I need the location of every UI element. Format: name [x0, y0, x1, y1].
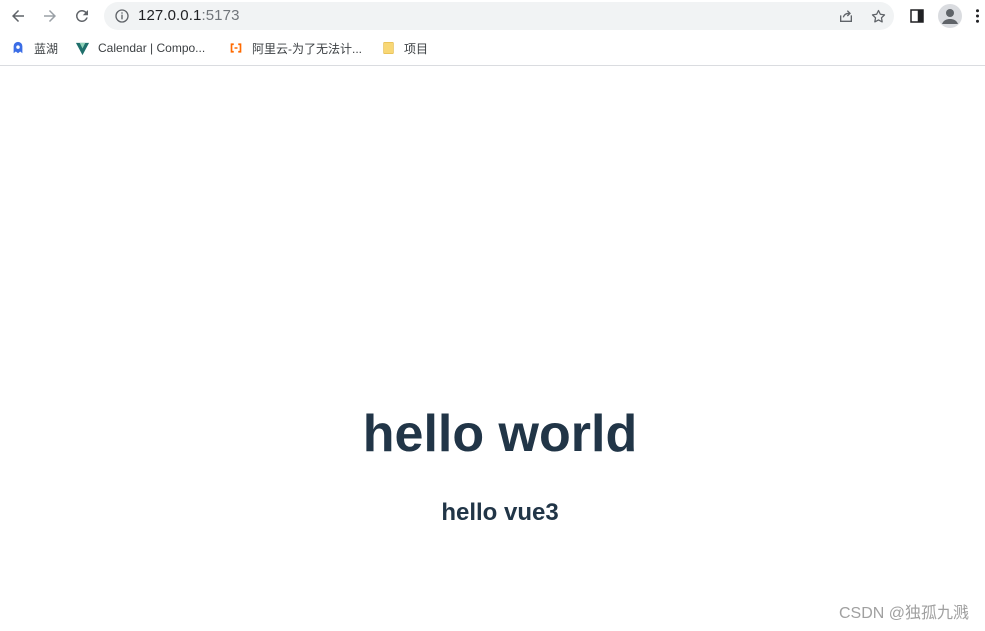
bookmark-lanhu[interactable]: 蓝湖: [10, 37, 58, 59]
browser-toolbar: 127.0.0.1:5173: [0, 0, 985, 32]
info-icon[interactable]: [114, 8, 130, 24]
folder-icon: [380, 40, 396, 56]
address-bar[interactable]: 127.0.0.1:5173: [104, 2, 894, 30]
share-icon: [840, 10, 852, 22]
avatar-icon: [942, 9, 958, 24]
bookmark-folder-projects[interactable]: 项目: [380, 37, 428, 59]
bookmark-label: Calendar | Compo...: [98, 41, 206, 55]
bookmark-label: 阿里云-为了无法计...: [252, 41, 362, 56]
aliyun-icon: [228, 40, 244, 56]
csdn-watermark: CSDN @独孤九溅: [838, 605, 969, 622]
arrow-right-icon: [44, 10, 56, 22]
url-port: :5173: [201, 7, 240, 24]
star-icon: [871, 9, 885, 23]
forward-button[interactable]: [37, 3, 63, 29]
share-button[interactable]: [837, 7, 855, 25]
arrow-left-icon: [12, 10, 24, 22]
page-heading: hello world: [362, 405, 638, 463]
side-panel-button[interactable]: [904, 3, 930, 29]
profile-avatar[interactable]: [938, 4, 962, 28]
url-text[interactable]: 127.0.0.1:5173: [138, 7, 240, 24]
back-button[interactable]: [5, 3, 31, 29]
url-host: 127.0.0.1: [138, 7, 202, 24]
side-panel-icon: [910, 9, 924, 23]
bookmark-label: 项目: [404, 41, 429, 56]
vuetify-icon: [74, 40, 90, 56]
reload-icon: [75, 9, 88, 22]
kebab-menu-icon: [975, 9, 979, 23]
bookmark-label: 蓝湖: [34, 41, 59, 56]
page-content: hello world hello vue3: [0, 66, 985, 631]
browser-menu-button[interactable]: [970, 3, 984, 29]
bookmark-star-button[interactable]: [869, 7, 887, 25]
reload-button[interactable]: [69, 3, 95, 29]
bookmarks-bar: 蓝湖 Calendar | Compo... 阿里云-为了无法计... 项目: [0, 32, 985, 66]
bookmark-aliyun[interactable]: 阿里云-为了无法计...: [228, 37, 362, 59]
lanhu-icon: [10, 40, 26, 56]
page-subheading: hello vue3: [441, 499, 559, 526]
bookmark-calendar[interactable]: Calendar | Compo...: [74, 37, 205, 59]
